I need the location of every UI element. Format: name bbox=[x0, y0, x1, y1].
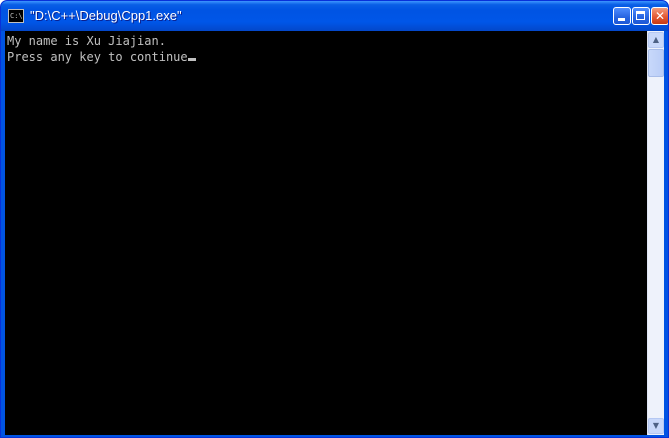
close-icon: ✕ bbox=[654, 9, 666, 23]
chevron-down-icon: ▼ bbox=[652, 421, 660, 430]
console-app-icon[interactable]: C:\ bbox=[8, 9, 24, 23]
console-window: C:\ "D:\C++\Debug\Cpp1.exe" ✕ My name is… bbox=[0, 0, 669, 438]
console-line-text: Press any key to continue bbox=[7, 50, 188, 64]
close-button[interactable]: ✕ bbox=[651, 7, 668, 25]
window-title: "D:\C++\Debug\Cpp1.exe" bbox=[30, 8, 182, 23]
chevron-up-icon: ▲ bbox=[652, 35, 660, 44]
minimize-icon bbox=[618, 18, 625, 21]
scrollbar-thumb[interactable] bbox=[648, 49, 664, 77]
maximize-button[interactable] bbox=[632, 7, 650, 25]
scroll-up-button[interactable]: ▲ bbox=[648, 32, 664, 48]
console-output[interactable]: My name is Xu Jiajian. Press any key to … bbox=[5, 31, 647, 435]
minimize-button[interactable] bbox=[613, 7, 631, 25]
vertical-scrollbar[interactable]: ▲ ▼ bbox=[647, 31, 664, 435]
console-line-prompt: Press any key to continue bbox=[7, 49, 647, 65]
title-bar[interactable]: C:\ "D:\C++\Debug\Cpp1.exe" ✕ bbox=[1, 1, 668, 31]
scroll-down-button[interactable]: ▼ bbox=[648, 418, 664, 434]
window-frame-right bbox=[664, 31, 668, 437]
text-cursor bbox=[187, 58, 196, 61]
console-line: My name is Xu Jiajian. bbox=[7, 34, 166, 48]
maximize-icon bbox=[636, 11, 645, 20]
